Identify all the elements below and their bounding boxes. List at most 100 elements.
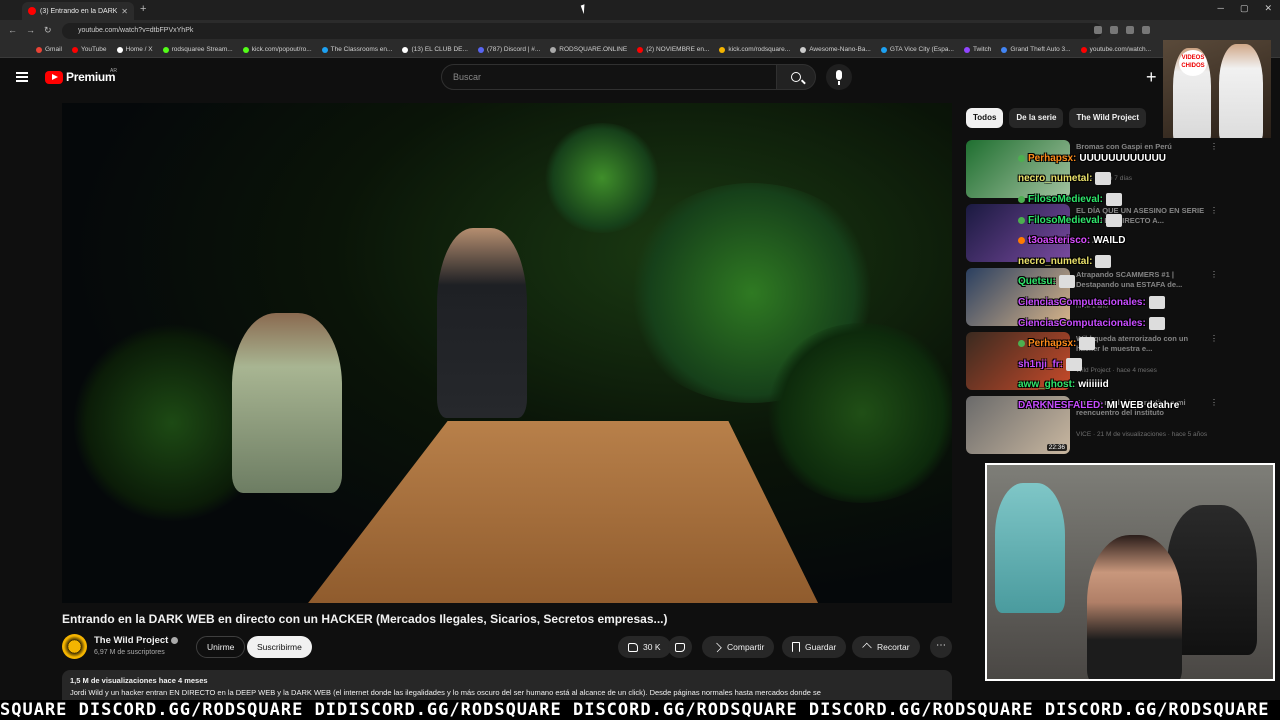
chat-badge-icon [1018, 154, 1025, 162]
bookmark-favicon-icon [963, 46, 970, 53]
close-window-icon[interactable]: ✕ [1264, 3, 1272, 14]
browser-tab-active[interactable]: (3) Entrando en la DARK W ✕ [22, 2, 134, 20]
window-controls: ─ ▢ ✕ [1218, 3, 1272, 14]
chat-message: sh1nji_fr: [1018, 354, 1208, 375]
save-button[interactable]: Guardar [782, 636, 847, 658]
chat-emote-icon [1079, 337, 1096, 351]
reload-icon[interactable]: ↻ [44, 25, 52, 36]
channel-name[interactable]: The Wild Project [94, 635, 179, 646]
filter-chip[interactable]: The Wild Project [1069, 108, 1147, 128]
scissors-icon [862, 642, 872, 652]
chat-emote-icon [1106, 192, 1123, 206]
extension-icon[interactable] [1126, 26, 1134, 34]
chat-message: Perhapsx: [1018, 333, 1208, 354]
forward-icon[interactable]: → [26, 25, 35, 35]
chat-username: Quetsu: [1018, 276, 1056, 288]
person-figure [232, 313, 342, 493]
more-options-icon[interactable]: ⋮ [1210, 142, 1218, 151]
more-options-icon[interactable]: ⋮ [1210, 398, 1218, 407]
bookmark-item[interactable]: (13) EL CLUB DE... [402, 46, 468, 53]
logo-text: Premium [66, 70, 116, 84]
subscriber-count: 6,97 M de suscriptores [94, 649, 165, 656]
chat-username: necro_numetal: [1018, 255, 1093, 267]
channel-name-text[interactable]: The Wild Project [94, 635, 168, 646]
bookmark-star-icon[interactable] [1142, 26, 1150, 34]
bookmark-item[interactable]: Gmail [36, 46, 62, 53]
create-icon[interactable]: + [1146, 68, 1157, 86]
bookmark-item[interactable]: Awesome-Nano-Ba... [800, 46, 871, 53]
chat-username: t3oasterisco: [1028, 235, 1091, 247]
bookmark-item[interactable]: Home / X [116, 46, 153, 53]
more-options-icon[interactable]: ⋮ [1210, 206, 1218, 215]
bookmark-item[interactable]: kick.com/rodsquare... [719, 46, 790, 53]
bookmark-item[interactable]: The Classrooms en... [321, 46, 392, 53]
filter-chip[interactable]: Todos [966, 108, 1004, 128]
like-button[interactable]: 30 K [618, 636, 671, 658]
hamburger-menu-icon[interactable] [16, 72, 28, 82]
bookmark-item[interactable]: Twitch [963, 46, 991, 53]
dislike-button[interactable] [668, 636, 692, 658]
voice-search-button[interactable] [826, 64, 852, 90]
channel-avatar[interactable] [62, 634, 87, 659]
bookmark-label: Grand Theft Auto 3... [1010, 46, 1071, 53]
chat-badge-icon [1018, 195, 1025, 203]
clip-button[interactable]: Recortar [852, 636, 920, 658]
bookmark-label: (787) Discord | #... [486, 46, 541, 53]
bookmark-item[interactable]: YouTube [71, 46, 107, 53]
thumbs-up-icon [628, 642, 638, 652]
bookmark-item[interactable]: (2) NOVIEMBRE en... [637, 46, 709, 53]
bookmark-label: (2) NOVIEMBRE en... [646, 46, 710, 53]
verified-icon [171, 636, 179, 644]
bookmark-favicon-icon [880, 46, 887, 53]
address-bar[interactable]: youtube.com/watch?v=dtbFPVxYhPk [62, 23, 1102, 39]
join-button[interactable]: Unirme [196, 636, 246, 658]
search-button[interactable] [776, 64, 816, 90]
maximize-icon[interactable]: ▢ [1240, 3, 1249, 14]
subscribe-button[interactable]: Suscribirme [247, 636, 312, 658]
extension-icon[interactable] [1110, 26, 1118, 34]
minimize-icon[interactable]: ─ [1218, 3, 1224, 14]
new-tab-icon[interactable]: + [140, 3, 146, 15]
more-actions-icon[interactable]: ⋯ [930, 636, 952, 658]
more-options-icon[interactable]: ⋮ [1210, 270, 1218, 279]
close-tab-icon[interactable]: ✕ [121, 7, 128, 16]
bookmark-item[interactable]: youtube.com/watch... [1080, 46, 1151, 53]
stream-chat-overlay: Perhapsx: UUUUUUUUUUUU necro_numetal: Filos… [1018, 148, 1208, 416]
chat-message: FilosoMedieval: [1018, 189, 1208, 210]
bookmark-favicon-icon [637, 46, 644, 53]
views-and-date: 1,5 M de visualizaciones hace 4 meses [70, 676, 208, 685]
share-button[interactable]: Compartir [702, 636, 775, 658]
filter-chip[interactable]: De la serie [1009, 108, 1064, 128]
chat-message: necro_numetal: [1018, 251, 1208, 272]
chat-text: UUUUUUUUUUUU [1079, 152, 1167, 164]
logo-country-code: AR [110, 68, 117, 74]
bookmark-item[interactable]: rodsquaree Stream... [162, 46, 233, 53]
youtube-logo[interactable]: Premium [45, 70, 116, 84]
bookmark-favicon-icon [321, 46, 328, 53]
zoom-icon[interactable] [1094, 26, 1102, 34]
channel-row: The Wild Project 6,97 M de suscriptores … [62, 633, 952, 663]
bookmark-label: (13) EL CLUB DE... [411, 46, 468, 53]
video-title: Entrando en la DARK WEB en directo con u… [62, 612, 668, 626]
chat-text: wiiiiiid [1078, 379, 1109, 391]
bookmark-item[interactable]: Grand Theft Auto 3... [1001, 46, 1071, 53]
bookmark-item[interactable]: (787) Discord | #... [477, 46, 541, 53]
bookmark-label: kick.com/popout/ro... [251, 46, 312, 53]
chat-username: CienciasComputacionales: [1018, 317, 1146, 329]
video-player[interactable] [62, 103, 952, 603]
back-icon[interactable]: ← [8, 25, 17, 35]
bookmark-label: rodsquaree Stream... [171, 46, 233, 53]
chat-username: Perhapsx: [1028, 338, 1077, 350]
search-input[interactable]: Buscar [441, 64, 777, 90]
bookmark-item[interactable]: RODSQUARE.ONLINE [550, 46, 627, 53]
chat-emote-icon [1066, 357, 1083, 371]
chat-emote-icon [1106, 213, 1123, 227]
bookmark-favicon-icon [1001, 46, 1008, 53]
bookmark-item[interactable]: kick.com/popout/ro... [242, 46, 312, 53]
tab-title: (3) Entrando en la DARK W [40, 7, 118, 15]
chat-message: t3oasterisco: WAILD [1018, 230, 1208, 251]
foliage-decoration [762, 323, 952, 503]
chat-text: MI WEB deahre [1106, 399, 1180, 411]
bookmark-item[interactable]: GTA Vice City (Espa... [880, 46, 954, 53]
more-options-icon[interactable]: ⋮ [1210, 334, 1218, 343]
